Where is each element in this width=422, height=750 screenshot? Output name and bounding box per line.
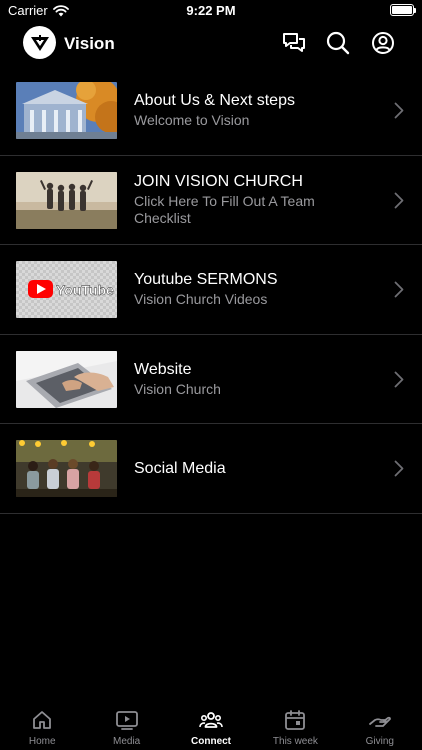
friends-phones-thumbnail [16, 440, 117, 497]
list-item-title: Youtube SERMONS [134, 271, 278, 289]
tab-media[interactable]: Media [84, 700, 168, 750]
tab-label: Connect [191, 736, 232, 747]
tab-home[interactable]: Home [0, 700, 84, 750]
list-item-title: Website [134, 360, 192, 378]
list-item-subtitle: Vision Church [134, 380, 221, 397]
connect-list: About Us & Next steps Welcome to Vision [0, 66, 422, 514]
people-icon [199, 712, 223, 728]
list-item-title: About Us & Next steps [134, 92, 295, 110]
group-sunset-thumbnail [16, 171, 117, 229]
list-item-about-us[interactable]: About Us & Next steps Welcome to Vision [0, 66, 422, 156]
chevron-right-icon [394, 281, 404, 298]
search-icon[interactable] [325, 30, 351, 56]
tab-bar: Home Media Connect This week Giving [0, 700, 422, 750]
list-item-subtitle: Click Here To Fill Out A Team Checklist [134, 193, 315, 227]
clock: 9:22 PM [186, 3, 236, 18]
laptop-thumbnail [16, 350, 117, 408]
vision-logo[interactable] [23, 26, 56, 59]
giving-hand-icon [368, 716, 391, 727]
vision-logo-mark [30, 34, 49, 51]
app-screen: Carrier 9:22 PM Vision About Us & Next s… [0, 0, 422, 750]
profile-icon[interactable] [370, 30, 396, 56]
battery-icon [390, 4, 416, 16]
tab-giving[interactable]: Giving [338, 700, 422, 750]
tab-connect[interactable]: Connect [169, 700, 253, 750]
list-item-join[interactable]: JOIN VISION CHURCH Click Here To Fill Ou… [0, 156, 422, 245]
tab-label: Home [28, 736, 56, 747]
list-item-title: JOIN VISION CHURCH [134, 173, 303, 191]
list-item-website[interactable]: Website Vision Church [0, 335, 422, 424]
tab-label: This week [272, 736, 318, 747]
chevron-right-icon [394, 192, 404, 209]
chat-bubbles-icon[interactable] [281, 30, 307, 56]
church-building-thumbnail [16, 82, 117, 139]
youtube-logo-thumbnail: YouTube [16, 261, 117, 318]
list-item-title: Social Media [134, 459, 226, 477]
play-icon [115, 711, 138, 730]
chevron-right-icon [394, 102, 404, 119]
chevron-right-icon [394, 460, 404, 477]
tab-label: Giving [365, 736, 394, 747]
home-icon [33, 711, 52, 729]
calendar-icon [285, 710, 306, 730]
tab-label: Media [112, 736, 141, 747]
chevron-right-icon [394, 371, 404, 388]
battery-level [392, 6, 412, 14]
list-item-subtitle: Welcome to Vision [134, 112, 250, 129]
svg-text:YouTube: YouTube [56, 282, 114, 298]
app-header: Vision [0, 24, 422, 64]
list-item-social-media[interactable]: Social Media [0, 424, 422, 514]
list-item-subtitle: Vision Church Videos [134, 291, 268, 308]
list-item-youtube[interactable]: YouTube Youtube SERMONS Vision Church Vi… [0, 245, 422, 335]
tab-this-week[interactable]: This week [253, 700, 337, 750]
app-title: Vision [64, 34, 115, 53]
status-bar: Carrier 9:22 PM [0, 0, 422, 22]
